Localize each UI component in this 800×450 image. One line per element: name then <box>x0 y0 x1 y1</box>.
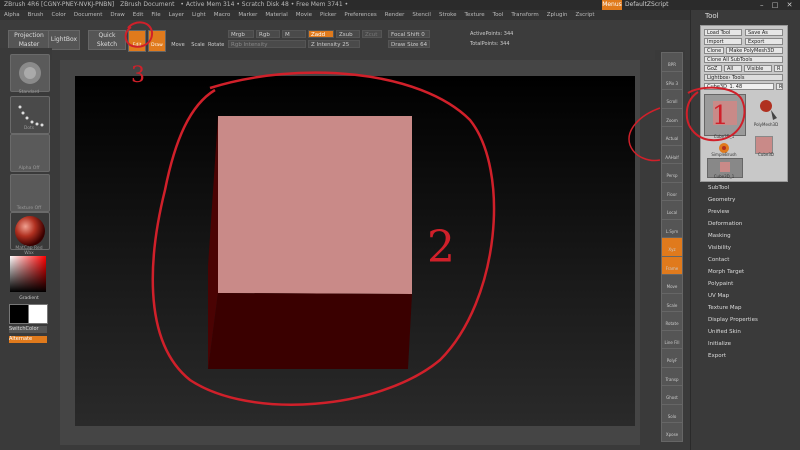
annotation-number-one: 1 <box>712 101 729 131</box>
annotation-number-two: 2 <box>427 222 455 273</box>
annotation-layer: 2 3 1 <box>124 21 746 406</box>
circle-annotation-edit <box>124 21 154 48</box>
annotation-number-three: 3 <box>131 63 145 88</box>
arc-annotation <box>628 107 661 162</box>
